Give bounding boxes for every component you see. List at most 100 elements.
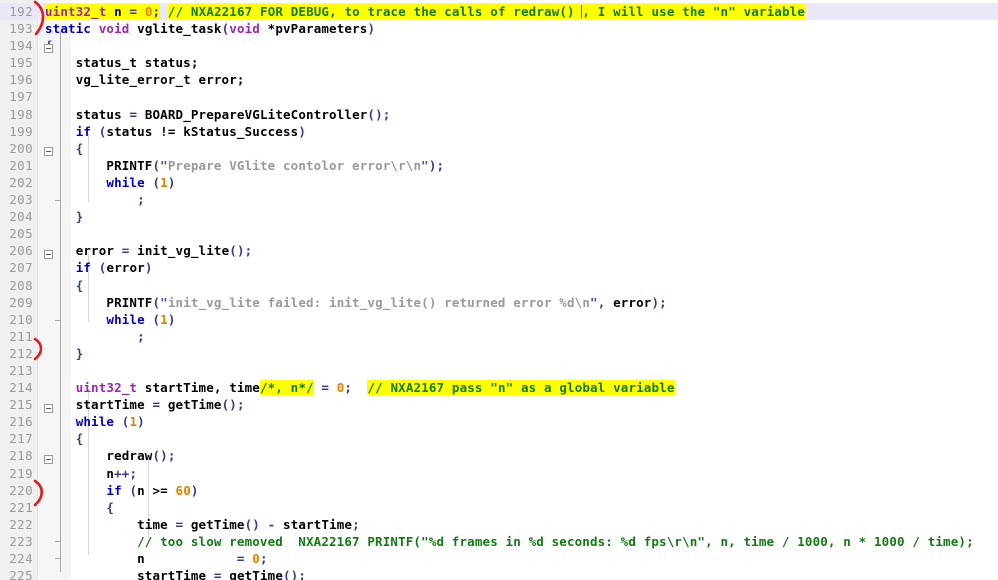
line-number: 201 bbox=[9, 157, 33, 173]
fold-toggle-221[interactable] bbox=[44, 455, 53, 464]
code-line[interactable]: 196 vg_lite_error_t error; bbox=[0, 71, 998, 88]
line-number: 222 bbox=[9, 516, 33, 532]
line-number: 205 bbox=[9, 226, 33, 242]
code-text[interactable]: n++; bbox=[45, 465, 137, 482]
code-line[interactable]: 210 while (1) bbox=[0, 311, 998, 328]
line-number: 198 bbox=[9, 106, 33, 122]
fold-end-tick-212 bbox=[55, 320, 60, 321]
code-lines[interactable]: 191 192 uint32_t n = 0; // NXA22167 FOR … bbox=[0, 0, 998, 580]
line-number: 225 bbox=[9, 568, 33, 580]
code-line[interactable]: 217 { bbox=[0, 430, 998, 447]
code-text[interactable]: if (status != kStatus_Success) bbox=[45, 123, 306, 140]
code-text[interactable]: startTime = getTime(); bbox=[45, 567, 306, 580]
line-number: 218 bbox=[9, 448, 33, 464]
code-line[interactable]: 211 ; bbox=[0, 328, 998, 345]
code-line[interactable]: 198 status = BOARD_PrepareVGLiteControll… bbox=[0, 106, 998, 123]
code-text[interactable]: PRINTF("Prepare VGlite contolor error\r\… bbox=[45, 157, 444, 174]
line-number: 214 bbox=[9, 380, 33, 396]
line-number: 195 bbox=[9, 55, 33, 71]
line-number: 211 bbox=[9, 328, 33, 344]
line-number: 210 bbox=[9, 311, 33, 327]
code-line[interactable]: 205 bbox=[0, 225, 998, 242]
code-line[interactable]: 225 startTime = getTime(); bbox=[0, 567, 998, 580]
code-line[interactable]: 214 uint32_t startTime, time/*, n*/ = 0;… bbox=[0, 379, 998, 396]
code-line[interactable]: 199 if (status != kStatus_Success) bbox=[0, 123, 998, 140]
code-text[interactable]: startTime = getTime(); bbox=[45, 396, 245, 413]
fold-end-tick-227 bbox=[55, 558, 60, 559]
line-number: 192 bbox=[9, 4, 33, 19]
code-line[interactable]: 212 } bbox=[0, 345, 998, 362]
line-number: 221 bbox=[9, 499, 33, 515]
fold-toggle-194[interactable] bbox=[44, 44, 53, 53]
line-number: 208 bbox=[9, 277, 33, 293]
code-line[interactable]: 216 while (1) bbox=[0, 413, 998, 430]
code-line[interactable]: 222 time = getTime() - startTime; bbox=[0, 516, 998, 533]
code-line[interactable]: 207 if (error) bbox=[0, 259, 998, 276]
code-line[interactable]: 194 { bbox=[0, 37, 998, 54]
code-line[interactable]: 200 { bbox=[0, 140, 998, 157]
line-number: 216 bbox=[9, 414, 33, 430]
code-line[interactable]: 219 n++; bbox=[0, 465, 998, 482]
code-line[interactable]: 197 bbox=[0, 88, 998, 105]
line-number: 212 bbox=[9, 345, 33, 361]
code-text[interactable]: { bbox=[45, 430, 84, 447]
code-line[interactable]: 208 { bbox=[0, 277, 998, 294]
code-line[interactable]: 220 if (n >= 60) bbox=[0, 482, 998, 499]
fold-end-tick-204 bbox=[55, 200, 60, 201]
code-text[interactable]: uint32_t n = 0; // NXA22167 FOR DEBUG, t… bbox=[45, 3, 805, 20]
code-text[interactable]: uint32_t startTime, time/*, n*/ = 0; // … bbox=[45, 379, 675, 396]
code-text[interactable]: PRINTF("init_vg_lite failed: init_vg_lit… bbox=[45, 294, 667, 311]
code-text[interactable]: } bbox=[45, 208, 84, 225]
code-text[interactable]: status_t status; bbox=[45, 54, 199, 71]
code-text[interactable]: { bbox=[45, 499, 114, 516]
code-line[interactable]: 209 PRINTF("init_vg_lite failed: init_vg… bbox=[0, 294, 998, 311]
fold-toggle-208[interactable] bbox=[44, 250, 53, 259]
code-line[interactable]: 202 while (1) bbox=[0, 174, 998, 191]
line-number: 207 bbox=[9, 260, 33, 276]
code-line[interactable]: 192 uint32_t n = 0; // NXA22167 FOR DEBU… bbox=[0, 3, 998, 21]
code-line[interactable]: 223 // too slow removed NXA22167 PRINTF(… bbox=[0, 533, 998, 550]
line-number: 219 bbox=[9, 465, 33, 481]
code-line[interactable]: 218 redraw(); bbox=[0, 447, 998, 464]
line-number: 197 bbox=[9, 89, 33, 105]
code-text[interactable]: } bbox=[45, 345, 84, 362]
code-text[interactable]: while (1) bbox=[45, 311, 176, 328]
code-text[interactable]: static void vglite_task(void *pvParamete… bbox=[45, 20, 375, 37]
code-text[interactable]: { bbox=[45, 277, 84, 294]
fold-end-tick-226 bbox=[55, 541, 60, 542]
line-number: 213 bbox=[9, 362, 33, 378]
line-number: 206 bbox=[9, 243, 33, 259]
code-text[interactable]: status = BOARD_PrepareVGLiteController()… bbox=[45, 106, 391, 123]
code-text[interactable]: redraw(); bbox=[45, 447, 176, 464]
code-line[interactable]: 195 status_t status; bbox=[0, 54, 998, 71]
code-text[interactable]: // too slow removed NXA22167 PRINTF("%d … bbox=[45, 533, 974, 550]
code-line[interactable]: 193 static void vglite_task(void *pvPara… bbox=[0, 20, 998, 37]
line-number: 194 bbox=[9, 38, 33, 54]
code-line[interactable]: 204 } bbox=[0, 208, 998, 225]
code-line[interactable]: 221 { bbox=[0, 499, 998, 516]
line-number: 224 bbox=[9, 551, 33, 566]
code-text[interactable]: while (1) bbox=[45, 174, 176, 191]
code-text[interactable]: if (error) bbox=[45, 259, 153, 276]
line-number: 209 bbox=[9, 294, 33, 310]
line-number: 217 bbox=[9, 431, 33, 447]
line-number: 203 bbox=[9, 192, 33, 208]
code-text[interactable]: n = 0; bbox=[45, 550, 268, 567]
code-line[interactable]: 206 error = init_vg_lite(); bbox=[0, 242, 998, 259]
code-line[interactable]: 215 startTime = getTime(); bbox=[0, 396, 998, 413]
code-text[interactable]: if (n >= 60) bbox=[45, 482, 199, 499]
code-editor[interactable]: 191 192 uint32_t n = 0; // NXA22167 FOR … bbox=[0, 0, 998, 580]
line-number: 193 bbox=[9, 21, 33, 37]
code-text[interactable]: vg_lite_error_t error; bbox=[45, 71, 245, 88]
fold-guide-outer bbox=[60, 31, 61, 572]
code-text[interactable]: time = getTime() - startTime; bbox=[45, 516, 360, 533]
code-line[interactable]: 224 n = 0; bbox=[0, 550, 998, 567]
code-line[interactable]: 203 ; bbox=[0, 191, 998, 208]
fold-toggle-217[interactable] bbox=[44, 404, 53, 413]
code-text[interactable]: error = init_vg_lite(); bbox=[45, 242, 252, 259]
fold-toggle-200[interactable] bbox=[44, 147, 53, 156]
line-number: 202 bbox=[9, 174, 33, 190]
code-line[interactable]: 213 bbox=[0, 362, 998, 379]
line-number: 223 bbox=[9, 533, 33, 549]
code-line[interactable]: 201 PRINTF("Prepare VGlite contolor erro… bbox=[0, 157, 998, 174]
